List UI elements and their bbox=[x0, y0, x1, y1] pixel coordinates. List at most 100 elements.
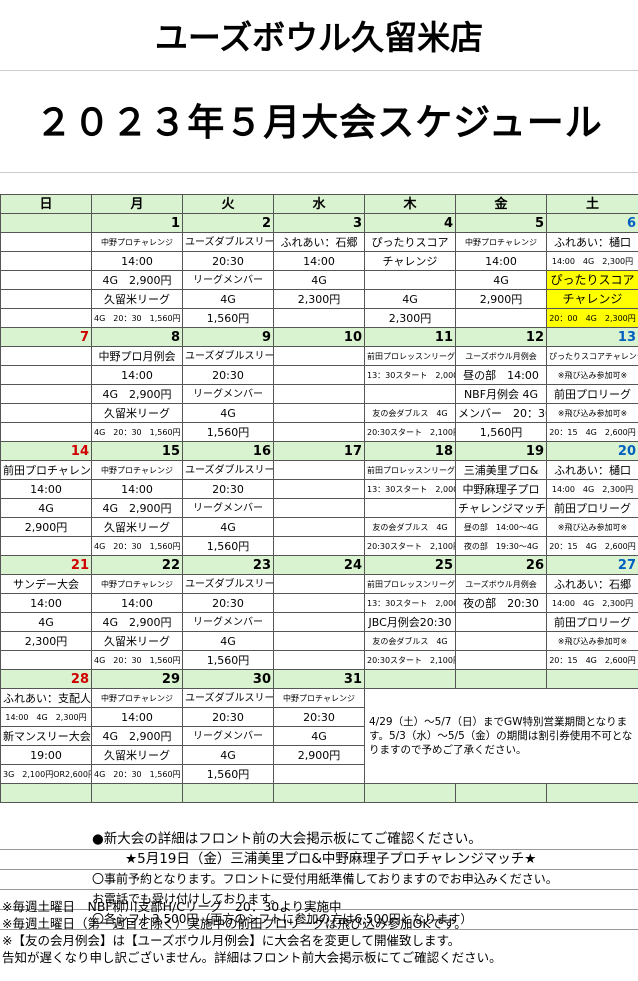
date-cell: 8 bbox=[91, 327, 183, 347]
event-cell: メンバー 20：30 bbox=[455, 403, 547, 423]
divider bbox=[0, 70, 638, 71]
date-cell bbox=[364, 669, 456, 689]
event-cell: ユーズボウル月例会 bbox=[455, 346, 547, 366]
date-cell: 9 bbox=[182, 327, 274, 347]
date-cell: 6 bbox=[546, 213, 638, 233]
event-cell: 20:30スタート 2,100円 bbox=[364, 536, 456, 556]
event-cell: 19:30 bbox=[364, 270, 456, 290]
event-row: 14:00 20:30 14:00 チャレンジ 14:00 14:00 4G 2,300円 bbox=[0, 251, 638, 271]
event-cell: 友の会ダブルス 4G bbox=[364, 403, 456, 423]
event-cell: 20:30 bbox=[182, 593, 274, 613]
event-cell: サンデー大会 bbox=[0, 574, 92, 594]
date-cell: 22 bbox=[91, 555, 183, 575]
event-cell bbox=[455, 650, 547, 670]
event-row: 4G 4G 2,900円 リーグメンバー JBC月例会20:30 前田プロリーグ bbox=[0, 612, 638, 632]
event-cell: 14:00 bbox=[91, 365, 183, 385]
week-2-dates: 7 8 9 10 11 12 13 bbox=[0, 327, 638, 347]
event-cell: ※飛び込み参加可※ bbox=[546, 365, 638, 385]
weekday-6: 土 bbox=[546, 194, 638, 214]
event-row: 4G 20：30 1,560円 1,560円 2,300円 20：00 4G 2,30… bbox=[0, 308, 638, 328]
week-4-dates: 21 22 23 24 25 26 27 bbox=[0, 555, 638, 575]
event-cell: 4G bbox=[182, 631, 274, 651]
event-cell: ※飛び込み参加可※ bbox=[546, 517, 638, 537]
event-cell: 久留米リーグ bbox=[91, 517, 183, 537]
event-cell bbox=[0, 270, 92, 290]
event-cell bbox=[273, 498, 365, 518]
event-row: 中野プロチャレンジユーズダブルスリーグふれあい：石郷ぴったりスコア中野プロチャレ… bbox=[0, 232, 638, 252]
event-cell: ふれあい：樋口 bbox=[546, 232, 638, 252]
date-cell: 21 bbox=[0, 555, 92, 575]
event-row: 4G 20：30 1,560円 1,560円 20:30スタート 2,100円 1,5… bbox=[0, 422, 638, 442]
event-cell: 14:00 bbox=[273, 251, 365, 271]
event-cell: 20：15 4G 2,600円 bbox=[546, 536, 638, 556]
event-cell: 4G 20：30 1,560円 bbox=[91, 764, 183, 784]
event-cell: ふれあい：支配人 bbox=[0, 688, 92, 708]
event-cell: リーグメンバー bbox=[182, 498, 274, 518]
event-cell: 1,560円 bbox=[182, 308, 274, 328]
event-cell: 14:00 bbox=[455, 251, 547, 271]
event-cell: 20:30スタート 2,100円 bbox=[364, 422, 456, 442]
event-cell: 4G bbox=[455, 270, 547, 290]
event-cell: 4G 20：30 1,560円 bbox=[91, 536, 183, 556]
footer-line: ※毎週土曜日 NBF柳川支部H/Cリーグ 20：30より実施中 bbox=[2, 899, 342, 914]
event-cell bbox=[273, 650, 365, 670]
event-cell: 20：15 4G 2,600円 bbox=[546, 650, 638, 670]
event-cell: 2,900円 bbox=[0, 517, 92, 537]
event-cell: 1,560円 bbox=[182, 650, 274, 670]
event-cell: 14:00 bbox=[91, 593, 183, 613]
event-cell: 前田プロレッスンリーグ bbox=[364, 346, 456, 366]
date-cell: 27 bbox=[546, 555, 638, 575]
event-cell: 14:00 4G 2,300円 bbox=[546, 251, 638, 271]
week-5-dates: 28 29 30 31 bbox=[0, 669, 638, 689]
event-cell: 4G 2,900円 bbox=[91, 498, 183, 518]
event-cell: リーグメンバー bbox=[182, 726, 274, 746]
event-cell bbox=[0, 308, 92, 328]
event-cell bbox=[455, 308, 547, 328]
gw-notice: 4/29（土）～5/7（日）までGW特別営業期間となります。5/3（水）～5/5… bbox=[364, 688, 638, 784]
event-cell: ぴったりスコア bbox=[364, 232, 456, 252]
date-cell: 3 bbox=[273, 213, 365, 233]
event-cell: 2,900円 bbox=[455, 289, 547, 309]
date-cell: 12 bbox=[455, 327, 547, 347]
event-cell: 4G bbox=[0, 498, 92, 518]
event-row: 2,900円 久留米リーグ 4G 友の会ダブルス 4G 昼の部 14:00～4G ※飛び込… bbox=[0, 517, 638, 537]
event-cell: 1,560円 bbox=[182, 422, 274, 442]
event-cell: 中野麻理子プロ bbox=[455, 479, 547, 499]
date-cell: 26 bbox=[455, 555, 547, 575]
week-3-dates: 14 15 16 17 18 19 20 bbox=[0, 441, 638, 461]
event-cell bbox=[0, 365, 92, 385]
date-cell: 5 bbox=[455, 213, 547, 233]
spacer-cell bbox=[273, 783, 365, 803]
event-cell: 14:00 bbox=[91, 707, 183, 727]
event-cell: 新マンスリー大会 bbox=[0, 726, 92, 746]
event-cell: ユーズダブルスリーグ bbox=[182, 574, 274, 594]
event-cell: 20:30 bbox=[182, 479, 274, 499]
event-cell: チャレンジ bbox=[364, 251, 456, 271]
event-cell: 友の会ダブルス 4G bbox=[364, 517, 456, 537]
event-cell: 14:00 4G 2,300円 bbox=[546, 593, 638, 613]
date-cell: 24 bbox=[273, 555, 365, 575]
event-cell: ユーズダブルスリーグ bbox=[182, 346, 274, 366]
event-cell: 4G bbox=[273, 270, 365, 290]
event-row: 4G 4G 2,900円 リーグメンバー チャレンジマッチ 前田プロリーグ bbox=[0, 498, 638, 518]
date-cell: 15 bbox=[91, 441, 183, 461]
event-cell: 4G bbox=[364, 289, 456, 309]
event-cell bbox=[0, 232, 92, 252]
event-cell: 13：30スタート 2,000円 bbox=[364, 479, 456, 499]
event-row: 4G 2,900円 リーグメンバー NBF月例会 4G 前田プロリーグ bbox=[0, 384, 638, 404]
event-cell bbox=[273, 536, 365, 556]
event-cell bbox=[273, 365, 365, 385]
date-cell: 29 bbox=[91, 669, 183, 689]
event-cell: 久留米リーグ bbox=[91, 745, 183, 765]
event-cell bbox=[455, 631, 547, 651]
spacer-row bbox=[0, 783, 638, 803]
event-cell: 4G 20：30 1,560円 bbox=[91, 308, 183, 328]
date-cell: 20 bbox=[546, 441, 638, 461]
event-row: 4G 2,900円 リーグメンバー 4G 19:30 4G ぴったりスコア bbox=[0, 270, 638, 290]
event-row: 14:0014:0020:3013：30スタート 2,000円夜の部 20:30… bbox=[0, 593, 638, 613]
event-cell: 4G bbox=[0, 612, 92, 632]
date-cell bbox=[546, 669, 638, 689]
event-cell: ぴったりスコアチャレンジ bbox=[546, 346, 638, 366]
event-cell: 友の会ダブルス 4G bbox=[364, 631, 456, 651]
event-cell: 前田プロレッスンリーグ bbox=[364, 460, 456, 480]
